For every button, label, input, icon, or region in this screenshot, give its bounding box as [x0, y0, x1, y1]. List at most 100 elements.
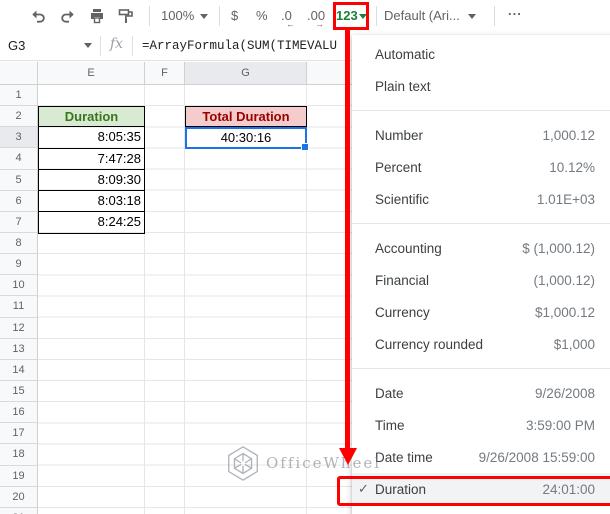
selected-cell-g3[interactable]: 40:30:16	[185, 127, 309, 151]
row-header-1[interactable]: 1	[0, 85, 38, 107]
formula-bar-separator	[100, 36, 101, 56]
duration-cell[interactable]: 8:24:25	[39, 212, 144, 233]
row-header-6[interactable]: 6	[0, 190, 38, 212]
format-option-currency[interactable]: Currency $1,000.12	[352, 296, 610, 328]
format-example-value: (1,000.12)	[533, 272, 595, 288]
chevron-down-icon	[200, 14, 208, 19]
toolbar-separator	[219, 6, 220, 26]
toolbar-separator	[149, 6, 150, 26]
duration-cell[interactable]: 7:47:28	[39, 149, 144, 170]
format-option-label: Date time	[375, 449, 433, 465]
format-option-accounting[interactable]: Accounting $ (1,000.12)	[352, 232, 610, 264]
undo-icon[interactable]	[29, 7, 47, 25]
duration-cell[interactable]: 8:09:30	[39, 170, 144, 191]
format-percent-button[interactable]: %	[256, 8, 268, 23]
select-all-corner[interactable]	[0, 62, 38, 85]
format-option-number[interactable]: Number 1,000.12	[352, 119, 610, 151]
format-option-date-time[interactable]: Date time 9/26/2008 15:59:00	[352, 441, 610, 473]
row-header-2[interactable]: 2	[0, 106, 38, 128]
menu-separator	[352, 110, 610, 111]
format-option-label: Scientific	[375, 191, 430, 207]
row-header-5[interactable]: 5	[0, 169, 38, 191]
annotation-arrow-line	[345, 30, 350, 448]
google-sheets-window: 100% $ % .0 ← .00 → 123 Default (Ari... …	[0, 0, 610, 514]
row-header-18[interactable]: 18	[0, 444, 38, 466]
row-header-20[interactable]: 20	[0, 486, 38, 508]
menu-items: Automatic Plain text Number 1,000.12 Percent…	[352, 38, 610, 505]
redo-icon[interactable]	[59, 7, 77, 25]
row-header-11[interactable]: 11	[0, 296, 38, 318]
menu-separator	[352, 368, 610, 369]
annotation-arrow-head	[339, 448, 357, 465]
row-header-19[interactable]: 19	[0, 465, 38, 487]
format-option-automatic[interactable]: Automatic	[352, 38, 610, 70]
format-option-scientific[interactable]: Scientific 1.01E+03	[352, 183, 610, 215]
total-duration-header[interactable]: Total Duration	[185, 106, 307, 128]
format-option-label: Date	[375, 385, 404, 401]
name-box[interactable]: G3	[8, 38, 25, 53]
formula-bar-separator	[132, 36, 133, 56]
format-option-label: Currency	[375, 304, 430, 320]
print-icon[interactable]	[88, 7, 106, 25]
row-header-16[interactable]: 16	[0, 402, 38, 424]
format-example-value: $1,000.12	[534, 304, 595, 320]
format-example-value: 9/26/2008	[534, 385, 595, 401]
format-example-value: 1.01E+03	[536, 191, 595, 207]
format-option-label: Accounting	[375, 240, 442, 256]
chevron-down-icon	[468, 14, 476, 19]
format-option-currency-rounded[interactable]: Currency rounded $1,000	[352, 328, 610, 360]
paint-format-icon[interactable]	[117, 7, 135, 25]
duration-cell[interactable]: 8:03:18	[39, 191, 144, 212]
duration-table-header[interactable]: Duration	[39, 107, 144, 128]
row-header-9[interactable]: 9	[0, 254, 38, 276]
decrease-decimal-arrow-icon: ←	[286, 19, 295, 29]
row-header-15[interactable]: 15	[0, 380, 38, 403]
row-header-21[interactable]: 21	[0, 507, 38, 514]
row-header-13[interactable]: 13	[0, 338, 38, 360]
menu-separator	[352, 223, 610, 224]
format-option-label: Plain text	[375, 78, 431, 94]
font-select[interactable]: Default (Ari...	[384, 8, 460, 23]
increase-decimal-arrow-icon: →	[315, 19, 324, 29]
number-format-menu: Automatic Plain text Number 1,000.12 Percent…	[352, 35, 610, 514]
format-example-value: $1,000	[553, 336, 595, 352]
format-option-date[interactable]: Date 9/26/2008	[352, 377, 610, 409]
format-option-percent[interactable]: Percent 10.12%	[352, 151, 610, 183]
column-header-e[interactable]: E	[38, 62, 145, 85]
row-header-7[interactable]: 7	[0, 211, 38, 233]
formula-input[interactable]: =ArrayFormula(SUM(TIMEVALU	[142, 39, 337, 53]
format-option-financial[interactable]: Financial (1,000.12)	[352, 264, 610, 296]
fx-icon: fx	[110, 36, 124, 52]
toolbar-separator	[376, 6, 377, 26]
row-header-12[interactable]: 12	[0, 317, 38, 339]
total-duration-value: 40:30:16	[220, 130, 272, 146]
more-options-button[interactable]: ...	[508, 3, 522, 18]
chevron-down-icon[interactable]	[84, 43, 92, 48]
format-currency-button[interactable]: $	[231, 8, 238, 23]
format-option-plain-text[interactable]: Plain text	[352, 70, 610, 102]
format-example-value: 9/26/2008 15:59:00	[478, 449, 595, 465]
gridline-vertical	[184, 85, 185, 514]
column-header-f[interactable]: F	[145, 62, 185, 85]
format-option-label: Financial	[375, 272, 430, 288]
format-example-value: 1,000.12	[542, 127, 595, 143]
row-header-10[interactable]: 10	[0, 275, 38, 297]
fill-handle[interactable]	[301, 142, 309, 151]
format-option-label: Percent	[375, 159, 422, 175]
format-option-label: Automatic	[375, 46, 436, 62]
officewheel-logo-icon	[224, 444, 262, 482]
format-option-label: Currency rounded	[375, 336, 484, 352]
zoom-select[interactable]: 100%	[161, 8, 194, 23]
duration-values: 8:05:35 7:47:28 8:09:30 8:03:18 8:24:25	[39, 127, 144, 233]
toolbar: 100% $ % .0 ← .00 → 123 Default (Ari... …	[0, 0, 610, 32]
annotation-box-123-button	[333, 2, 369, 30]
row-header-8[interactable]: 8	[0, 232, 38, 255]
row-header-4[interactable]: 4	[0, 148, 38, 170]
row-header-3[interactable]: 3	[0, 127, 38, 149]
format-option-time[interactable]: Time 3:59:00 PM	[352, 409, 610, 441]
row-header-14[interactable]: 14	[0, 359, 38, 381]
row-header-17[interactable]: 17	[0, 423, 38, 445]
duration-cell[interactable]: 8:05:35	[39, 127, 144, 149]
column-header-g[interactable]: G	[185, 62, 307, 85]
format-example-value: 3:59:00 PM	[525, 417, 595, 433]
